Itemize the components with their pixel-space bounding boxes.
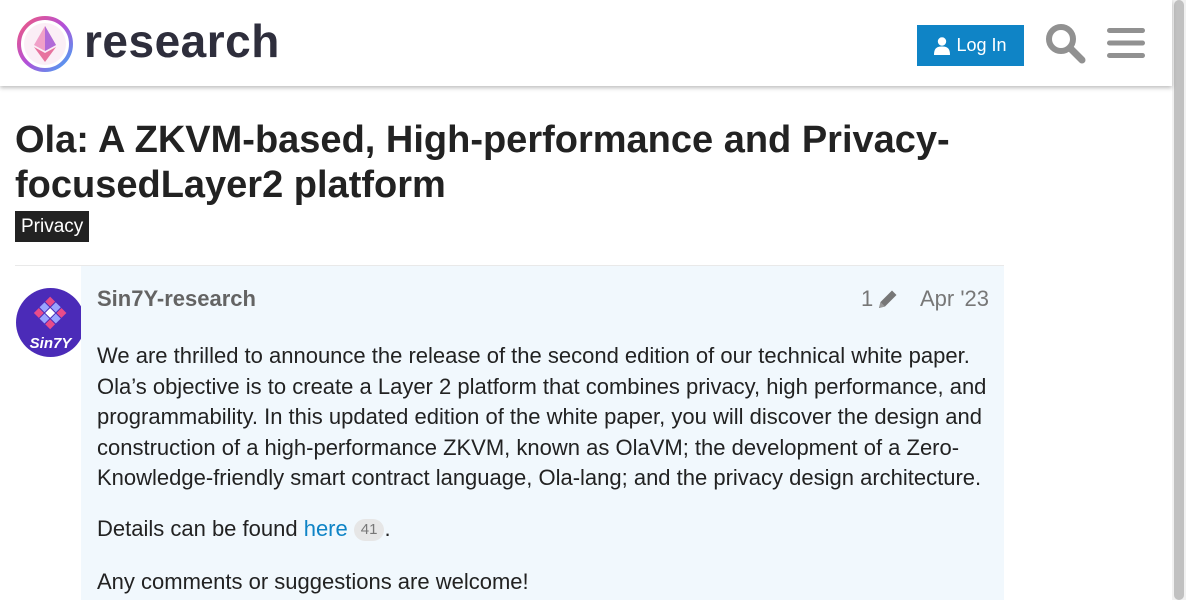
edit-count: 1 <box>861 286 874 311</box>
post-paragraph: We are thrilled to announce the release … <box>97 343 987 491</box>
author-name[interactable]: Sin7Y-research <box>97 286 256 312</box>
post-date[interactable]: Apr '23 <box>920 286 989 312</box>
topic-title[interactable]: Ola: A ZKVM-based, High-performance and … <box>15 118 1005 208</box>
site-brand[interactable]: research <box>84 14 280 68</box>
edit-history-button[interactable]: 1 <box>861 286 899 312</box>
login-button[interactable]: Log In <box>917 25 1024 66</box>
category-badge[interactable]: Privacy <box>15 211 90 242</box>
details-suffix: . <box>384 516 391 541</box>
user-icon <box>934 36 951 55</box>
search-icon[interactable] <box>1044 22 1086 64</box>
link-click-count: 41 <box>353 519 385 541</box>
avatar-text: Sin7Y <box>30 335 74 352</box>
details-prefix: Details can be found <box>97 516 304 541</box>
ethereum-research-logo[interactable] <box>16 15 74 73</box>
scrollbar-thumb[interactable] <box>1174 0 1184 600</box>
site-header: research Log In <box>0 0 1172 86</box>
login-label: Log In <box>956 35 1007 55</box>
author-avatar[interactable]: Sin7Y <box>16 288 85 357</box>
pencil-icon <box>879 290 897 308</box>
post-closing-paragraph: Any comments or suggestions are welcome! <box>97 569 529 594</box>
details-link[interactable]: here <box>304 516 348 541</box>
hamburger-menu-icon[interactable] <box>1107 26 1145 60</box>
post-details-paragraph: Details can be found here 41. <box>97 514 992 545</box>
